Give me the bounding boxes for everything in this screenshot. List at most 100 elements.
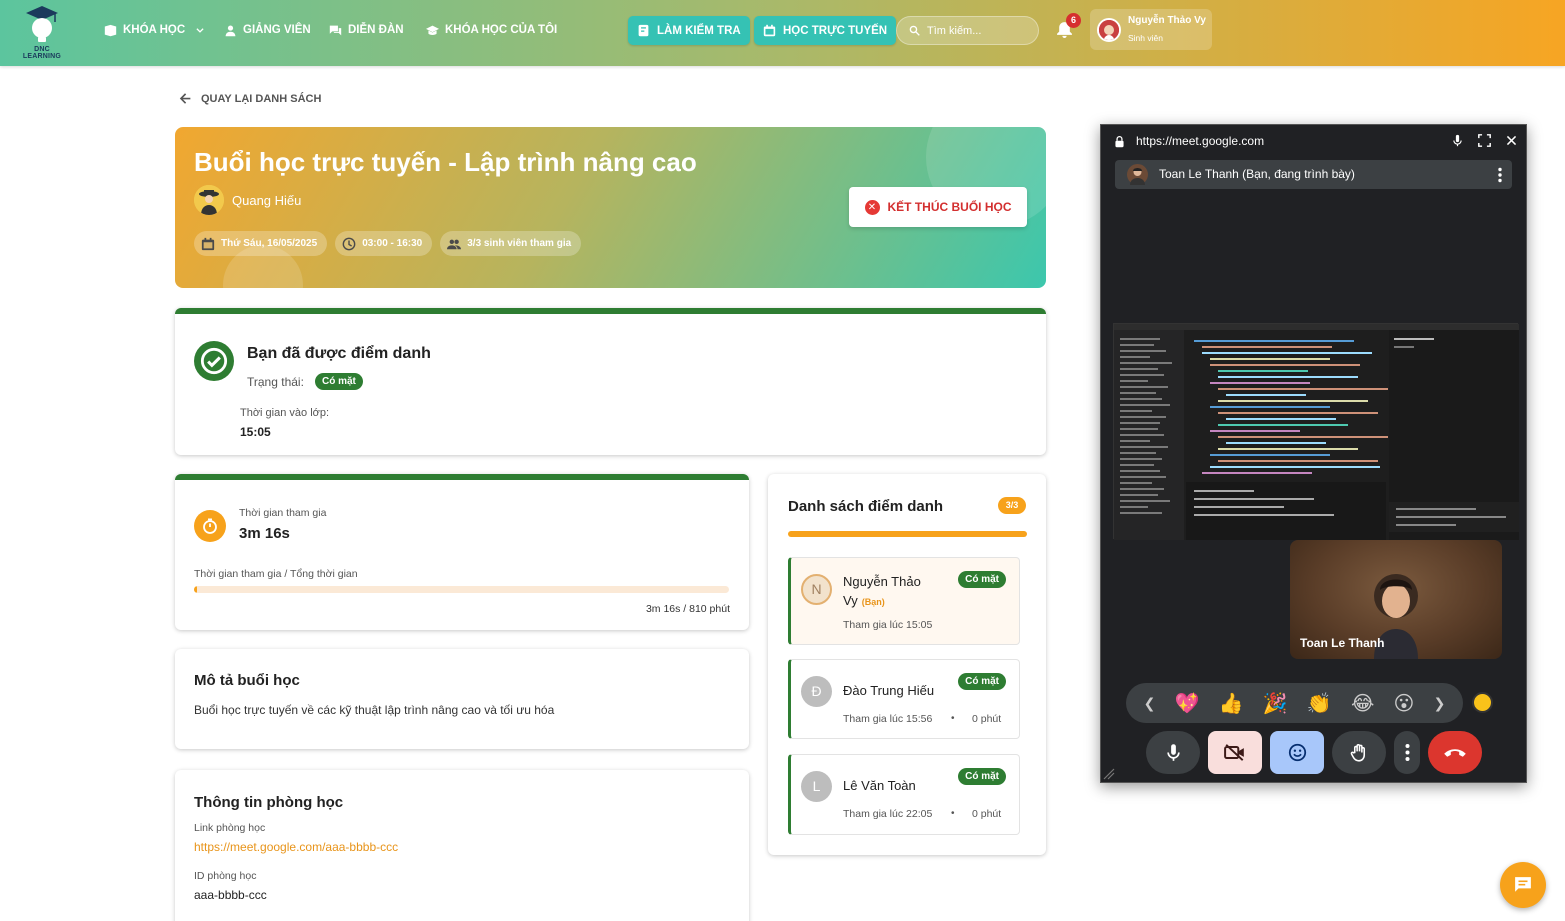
nav-courses-label: KHÓA HỌC [123,24,186,36]
meet-url-bar: https://meet.google.com [1113,134,1264,148]
chevron-left-icon[interactable]: ❮ [1144,695,1156,712]
mic-button[interactable] [1146,731,1200,774]
avatar: L [801,771,832,802]
user-name: Nguyễn Thảo Vy [1128,15,1206,26]
leave-call-button[interactable] [1428,731,1482,774]
join-time-value: 15:05 [240,425,271,439]
notification-count-badge: 6 [1066,13,1081,28]
close-icon[interactable] [1505,134,1518,147]
resize-handle-icon[interactable] [1103,768,1115,780]
clock-icon [342,237,356,250]
meet-url: https://meet.google.com [1136,134,1265,148]
chat-button[interactable] [1500,862,1546,908]
session-meta: Thứ Sáu, 16/05/2025 03:00 - 16:30 3/3 si… [194,231,582,256]
list-item[interactable]: Đ Đào Trung Hiếu Có mặt Tham gia lúc 15:… [788,659,1020,739]
page-title: Buổi học trực tuyến - Lập trình nâng cao [194,147,697,177]
nav-courses[interactable]: KHÓA HỌC [104,22,205,38]
user-menu[interactable]: Nguyễn Thảo Vy Sinh viên [1090,9,1212,50]
nav-my-courses-label: KHÓA HỌC CỦA TÔI [445,24,558,36]
attendance-list-card: Danh sách điểm danh 3/3 N Nguyễn Thảo Vy… [768,474,1046,855]
reactions-button[interactable] [1270,731,1324,774]
reaction-thumbs-up[interactable]: 👍 [1219,691,1244,716]
camera-off-button[interactable] [1208,731,1262,774]
chevron-right-icon[interactable]: ❯ [1434,695,1446,712]
calendar-icon [201,237,215,250]
participation-progress-bar [194,586,729,593]
nav-teachers[interactable]: GIẢNG VIÊN [224,22,311,38]
duration: 0 phút [972,808,1002,820]
joined-time: Tham gia lúc 15:56 [843,713,933,725]
attendance-title: Bạn đã được điểm danh [247,345,431,362]
logo[interactable]: DNC LEARNING [14,4,70,60]
participation-value: 3m 16s [239,525,290,542]
participation-time-card: Thời gian tham gia 3m 16s Thời gian tham… [175,474,749,630]
teacher-avatar-image [194,185,224,215]
list-item[interactable]: N Nguyễn Thảo Vy (Bạn) Có mặt Tham gia lú… [788,557,1020,645]
join-time-label: Thời gian vào lớp: [240,407,330,419]
meet-window-controls [1451,134,1518,147]
list-item[interactable]: L Lê Văn Toàn Có mặt Tham gia lúc 22:05 … [788,754,1020,835]
date-chip: Thứ Sáu, 16/05/2025 [194,231,328,256]
lock-icon [1115,135,1124,147]
participants-count: 3/3 sinh viên tham gia [467,238,572,249]
logo-text: DNC LEARNING [22,46,62,60]
person-name: Nguyễn Thảo Vy (Bạn) [843,574,921,608]
room-link-label: Link phòng học [194,822,266,834]
reaction-surprised[interactable]: 😮 [1394,691,1415,716]
meet-popup-window[interactable]: https://meet.google.com Toan Le Thanh (B… [1100,124,1527,783]
online-learning-label: HỌC TRỰC TUYẾN [783,24,888,37]
session-date: Thứ Sáu, 16/05/2025 [221,238,318,249]
raise-hand-button[interactable] [1332,731,1386,774]
online-learning-button[interactable]: HỌC TRỰC TUYẾN [754,16,897,45]
presenter-name: Toan Le Thanh (Bạn, đang trình bày) [1159,167,1355,181]
end-session-button[interactable]: ✕ KẾT THÚC BUỔI HỌC [849,187,1027,227]
attendance-list-bar [788,531,1027,537]
description-title: Mô tả buổi học [194,672,300,689]
status-label: Trạng thái: [247,375,304,389]
reaction-laughing[interactable]: 😂 [1351,691,1374,716]
duration: 0 phút [972,713,1002,725]
code-editor-thumbnail [1114,324,1519,540]
room-info-card: Thông tin phòng học Link phòng học https… [175,770,749,921]
skin-tone-picker[interactable] [1472,692,1493,713]
nav-forum[interactable]: DIỄN ĐÀN [329,22,404,38]
nav-forum-label: DIỄN ĐÀN [348,24,404,36]
take-test-label: LÀM KIỂM TRA [657,24,741,37]
more-options-button[interactable] [1394,731,1420,774]
status-badge: Có mặt [315,373,363,390]
back-to-list-link[interactable]: QUAY LẠI DANH SÁCH [179,92,321,105]
you-tag: (Bạn) [861,597,885,607]
teacher-name: Quang Hiếu [232,192,302,208]
forum-icon [329,25,342,35]
take-test-button[interactable]: LÀM KIỂM TRA [628,16,750,45]
top-navbar: DNC LEARNING KHÓA HỌC GIẢNG VIÊN DIỄN ĐÀ… [0,0,1565,66]
chat-icon [1515,877,1531,892]
reaction-sparkling-heart[interactable]: 💖 [1175,691,1200,716]
calendar-icon [763,24,776,37]
user-avatar-image [1099,20,1119,40]
search-icon [909,25,920,36]
reaction-clapping[interactable]: 👏 [1307,691,1332,716]
mic-icon [1166,744,1180,761]
user-role: Sinh viên [1128,33,1163,43]
description-card: Mô tả buổi học Buổi học trực tuyến về cá… [175,649,749,749]
nav-my-courses[interactable]: KHÓA HỌC CỦA TÔI [426,22,557,38]
room-link[interactable]: https://meet.google.com/aaa-bbbb-ccc [194,840,398,854]
search-input[interactable] [927,24,1032,37]
attendance-status-card: Bạn đã được điểm danh Trạng thái: Có mặt… [175,308,1046,455]
teacher-info: Quang Hiếu [194,185,301,215]
chevron-down-icon [196,28,204,33]
person-name: Lê Văn Toàn [843,778,916,793]
self-view-name: Toan Le Thanh [1300,636,1385,650]
more-vert-icon[interactable] [1498,167,1502,183]
search-box[interactable] [896,16,1039,45]
person-name: Đào Trung Hiếu [843,683,935,698]
group-icon [447,239,462,249]
self-camera-tile[interactable]: Toan Le Thanh [1290,540,1502,659]
reaction-party-popper[interactable]: 🎉 [1263,691,1288,716]
quiz-icon [638,24,649,37]
fullscreen-icon[interactable] [1478,134,1491,147]
mic-icon[interactable] [1451,134,1464,147]
room-id-value: aaa-bbbb-ccc [194,888,267,902]
more-vert-icon [1404,743,1410,762]
